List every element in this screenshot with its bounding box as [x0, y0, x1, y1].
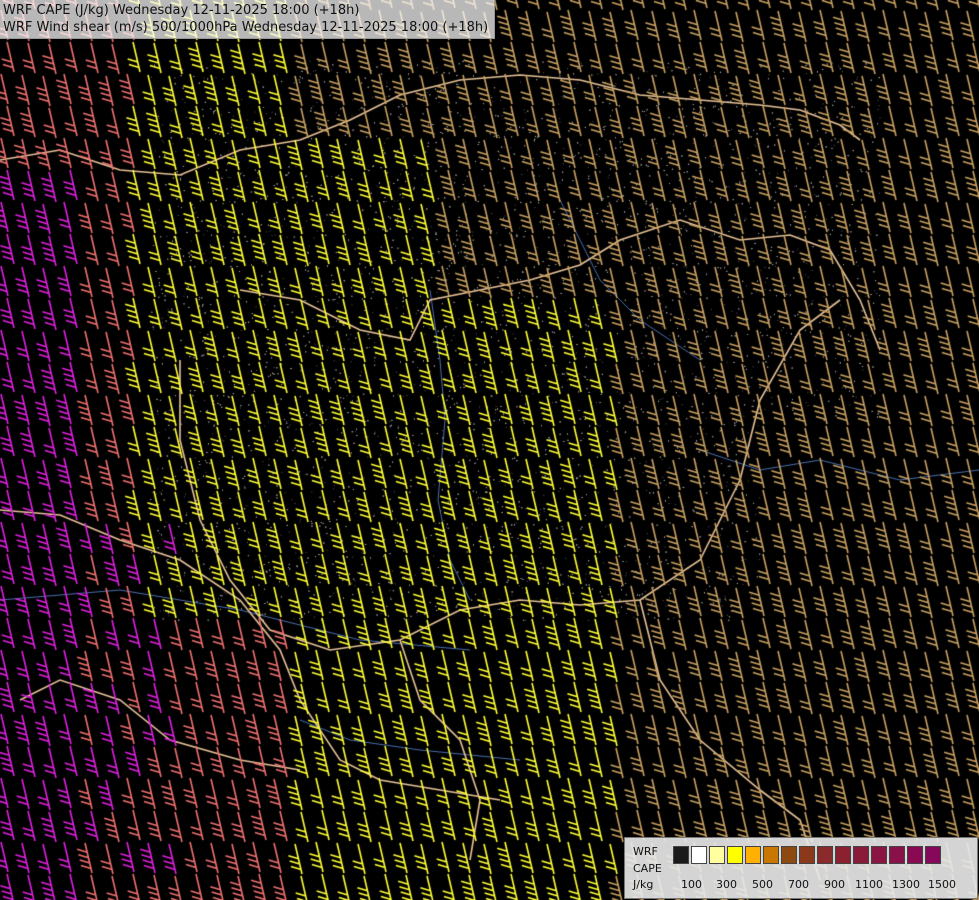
legend-tick: 900 [824, 878, 845, 891]
legend-tick: 1300 [892, 878, 920, 891]
legend-swatch [925, 846, 941, 864]
legend-tick: 300 [716, 878, 737, 891]
legend-tick: 1100 [855, 878, 883, 891]
weather-map [0, 0, 979, 900]
legend-tick: 700 [788, 878, 809, 891]
legend-swatch [907, 846, 923, 864]
legend-unit: J/kg [633, 878, 654, 891]
legend-swatch [871, 846, 887, 864]
legend-variable: CAPE [633, 862, 662, 875]
legend-swatch [799, 846, 815, 864]
cape-legend: WRF CAPE J/kg 100 300 500 700 900 1100 1… [624, 837, 978, 899]
legend-swatch [727, 846, 743, 864]
legend-tick: 100 [681, 878, 702, 891]
legend-swatch [817, 846, 833, 864]
title-cape: WRF CAPE (J/kg) Wednesday 12-11-2025 18:… [3, 3, 360, 18]
legend-swatch [673, 846, 689, 864]
map-title: WRF CAPE (J/kg) Wednesday 12-11-2025 18:… [0, 0, 496, 39]
legend-swatch [781, 846, 797, 864]
legend-tick: 1500 [928, 878, 956, 891]
legend-swatch [709, 846, 725, 864]
legend-swatch [691, 846, 707, 864]
legend-swatch [889, 846, 905, 864]
legend-model: WRF [633, 845, 658, 858]
legend-tick: 500 [752, 878, 773, 891]
title-wind-shear: WRF Wind shear (m/s) 500/1000hPa Wednesd… [3, 20, 489, 35]
legend-swatch [853, 846, 869, 864]
legend-swatch [745, 846, 761, 864]
legend-swatch [835, 846, 851, 864]
legend-swatch [763, 846, 779, 864]
